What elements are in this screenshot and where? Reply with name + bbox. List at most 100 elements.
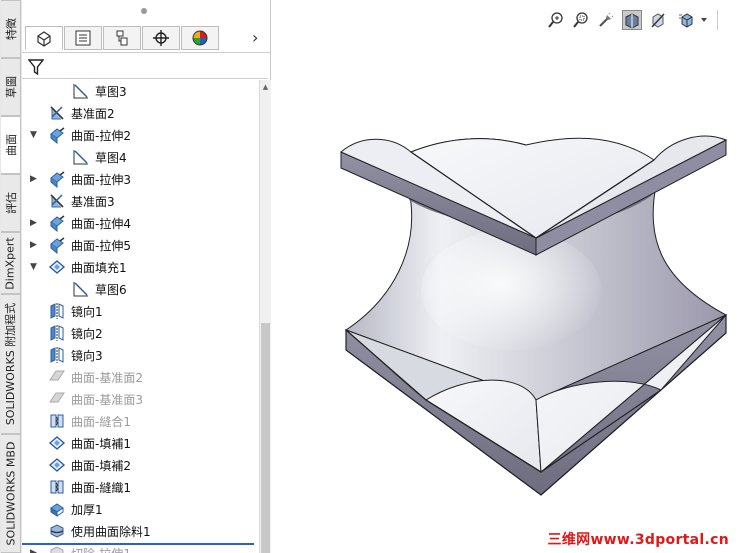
mirror-icon — [48, 346, 66, 364]
tree-item[interactable]: 基准面2 — [22, 102, 258, 124]
tree-item-label: 切除-拉伸1 — [71, 545, 131, 553]
tree-item-label: 镜向3 — [71, 349, 103, 363]
tree-item-label: 加厚1 — [71, 503, 103, 517]
dimxpert-manager-tab[interactable] — [142, 26, 180, 50]
command-manager-tabs: 特徵 草圖 曲面 評估 DimXpert SOLIDWORKS 附加程式 SOL… — [0, 0, 23, 553]
tree-item[interactable]: 曲面-縫合1 — [22, 410, 258, 432]
sketch-icon — [72, 280, 90, 298]
planar-surface-icon — [48, 390, 66, 408]
filter-bar — [22, 53, 268, 79]
collapse-arrow-icon[interactable]: ▼ — [30, 261, 40, 273]
3d-model[interactable] — [271, 0, 745, 553]
surface-fill-icon — [48, 456, 66, 474]
cut-extrude-icon — [48, 544, 66, 553]
tree-item-label: 基准面2 — [71, 107, 115, 121]
tree-item[interactable]: 曲面-縫織1 — [22, 476, 258, 498]
thicken-icon — [48, 500, 66, 518]
plane-icon — [48, 192, 66, 210]
sketch-icon — [72, 82, 90, 100]
configuration-manager-tab[interactable] — [103, 26, 141, 50]
tab-sketch[interactable]: 草圖 — [1, 58, 21, 116]
surface-extrude-icon — [48, 170, 66, 189]
surface-extrude-icon — [48, 126, 66, 145]
plane-icon — [48, 104, 66, 122]
display-manager-tab[interactable] — [181, 26, 219, 50]
tree-item[interactable]: 曲面-基准面3 — [22, 388, 258, 410]
graphics-area[interactable]: 三维网www.3dportal.cn — [271, 0, 745, 553]
tab-dimxpert[interactable]: DimXpert — [1, 232, 21, 294]
tree-item[interactable]: 基准面3 — [22, 190, 258, 212]
tree-item[interactable]: 曲面-填補1 — [22, 432, 258, 454]
surface-extrude-icon — [48, 236, 66, 255]
panel-grip[interactable] — [141, 8, 147, 14]
tree-item-label: 曲面-拉伸2 — [71, 129, 131, 143]
surface-extrude-icon — [48, 214, 66, 233]
tree-item-label: 镜向2 — [71, 327, 103, 341]
tree-item-label: 镜向1 — [71, 305, 103, 319]
tree-item[interactable]: ▼ 曲面填充1 — [22, 256, 258, 278]
tree-item-label: 草图6 — [95, 283, 127, 297]
tree-item-label: 曲面-填補2 — [71, 459, 131, 473]
collapse-arrow-icon[interactable]: ▼ — [30, 129, 40, 141]
feature-tree: 草图3 基准面2 ▼ 曲面-拉伸2 草图4 ▶ 曲面-拉伸3 基准面3 ▶ 曲面-拉伸4 ▶ 曲面-拉… — [22, 80, 258, 553]
panel-tabs-scroll-right[interactable]: › — [252, 28, 266, 48]
expand-arrow-icon[interactable]: ▶ — [30, 217, 40, 229]
tree-item-label: 曲面-縫織1 — [71, 481, 131, 495]
tab-addins[interactable]: SOLIDWORKS 附加程式 — [1, 294, 21, 434]
knit-icon — [48, 478, 66, 496]
tree-item-label: 曲面填充1 — [71, 261, 127, 275]
display-manager-icon — [192, 30, 208, 46]
mirror-icon — [48, 324, 66, 342]
tree-item[interactable]: 使用曲面除料1 — [22, 520, 258, 542]
expand-arrow-icon[interactable]: ▶ — [30, 547, 40, 553]
tree-item-label: 曲面-縫合1 — [71, 415, 131, 429]
filter-icon[interactable] — [28, 57, 44, 77]
dimxpert-manager-icon — [153, 30, 169, 46]
tree-item[interactable]: 草图4 — [22, 146, 258, 168]
tab-features[interactable]: 特徵 — [1, 0, 21, 58]
tree-item-label: 曲面-拉伸5 — [71, 239, 131, 253]
surface-cut-icon — [48, 522, 66, 540]
watermark: 三维网www.3dportal.cn — [547, 532, 729, 548]
feature-manager-panel: › 草图3 基准面2 ▼ 曲面-拉伸2 草图4 ▶ 曲面-拉伸3 基准面3 ▶ 曲面-拉伸4 ▶ 曲面… — [22, 0, 271, 553]
tree-item[interactable]: ▶ 曲面-拉伸4 — [22, 212, 258, 234]
surface-fill-icon — [48, 434, 66, 452]
tab-evaluate[interactable]: 評估 — [1, 174, 21, 232]
tree-item[interactable]: ▶ 曲面-拉伸5 — [22, 234, 258, 256]
feature-manager-tab[interactable] — [25, 26, 63, 50]
tree-item[interactable]: 曲面-填補2 — [22, 454, 258, 476]
property-manager-icon — [75, 30, 91, 46]
tree-item-label: 曲面-基准面3 — [71, 393, 143, 407]
property-manager-tab[interactable] — [64, 26, 102, 50]
planar-surface-icon — [48, 368, 66, 386]
expand-arrow-icon[interactable]: ▶ — [30, 173, 40, 185]
tree-item-label: 曲面-拉伸3 — [71, 173, 131, 187]
tree-item[interactable]: 镜向3 — [22, 344, 258, 366]
rollback-bar[interactable] — [22, 543, 254, 545]
surface-fill-icon — [48, 258, 66, 276]
tree-item[interactable]: 镜向1 — [22, 300, 258, 322]
tab-mbd[interactable]: SOLIDWORKS MBD — [1, 434, 21, 553]
tree-item-label: 曲面-填補1 — [71, 437, 131, 451]
expand-arrow-icon[interactable]: ▶ — [30, 239, 40, 251]
mirror-icon — [48, 302, 66, 320]
tree-item[interactable]: ▶ 曲面-拉伸3 — [22, 168, 258, 190]
tree-item-label: 曲面-拉伸4 — [71, 217, 131, 231]
tree-item-label: 草图4 — [95, 151, 127, 165]
scroll-up-icon[interactable]: ▲ — [261, 82, 270, 92]
tree-item[interactable]: 曲面-基准面2 — [22, 366, 258, 388]
tab-surfaces[interactable]: 曲面 — [1, 116, 21, 174]
panel-tab-bar: › — [22, 24, 270, 53]
tree-item[interactable]: 镜向2 — [22, 322, 258, 344]
tree-item-label: 基准面3 — [71, 195, 115, 209]
tree-scrollbar[interactable]: ▲ — [259, 80, 271, 553]
tree-item[interactable]: 草图6 — [22, 278, 258, 300]
configuration-manager-icon — [116, 30, 128, 46]
tree-item-label: 使用曲面除料1 — [71, 525, 151, 539]
tree-item[interactable]: ▼ 曲面-拉伸2 — [22, 124, 258, 146]
sketch-icon — [72, 148, 90, 166]
scroll-thumb[interactable] — [261, 323, 270, 553]
feature-manager-icon — [37, 31, 51, 47]
tree-item[interactable]: 草图3 — [22, 80, 258, 102]
tree-item[interactable]: 加厚1 — [22, 498, 258, 520]
